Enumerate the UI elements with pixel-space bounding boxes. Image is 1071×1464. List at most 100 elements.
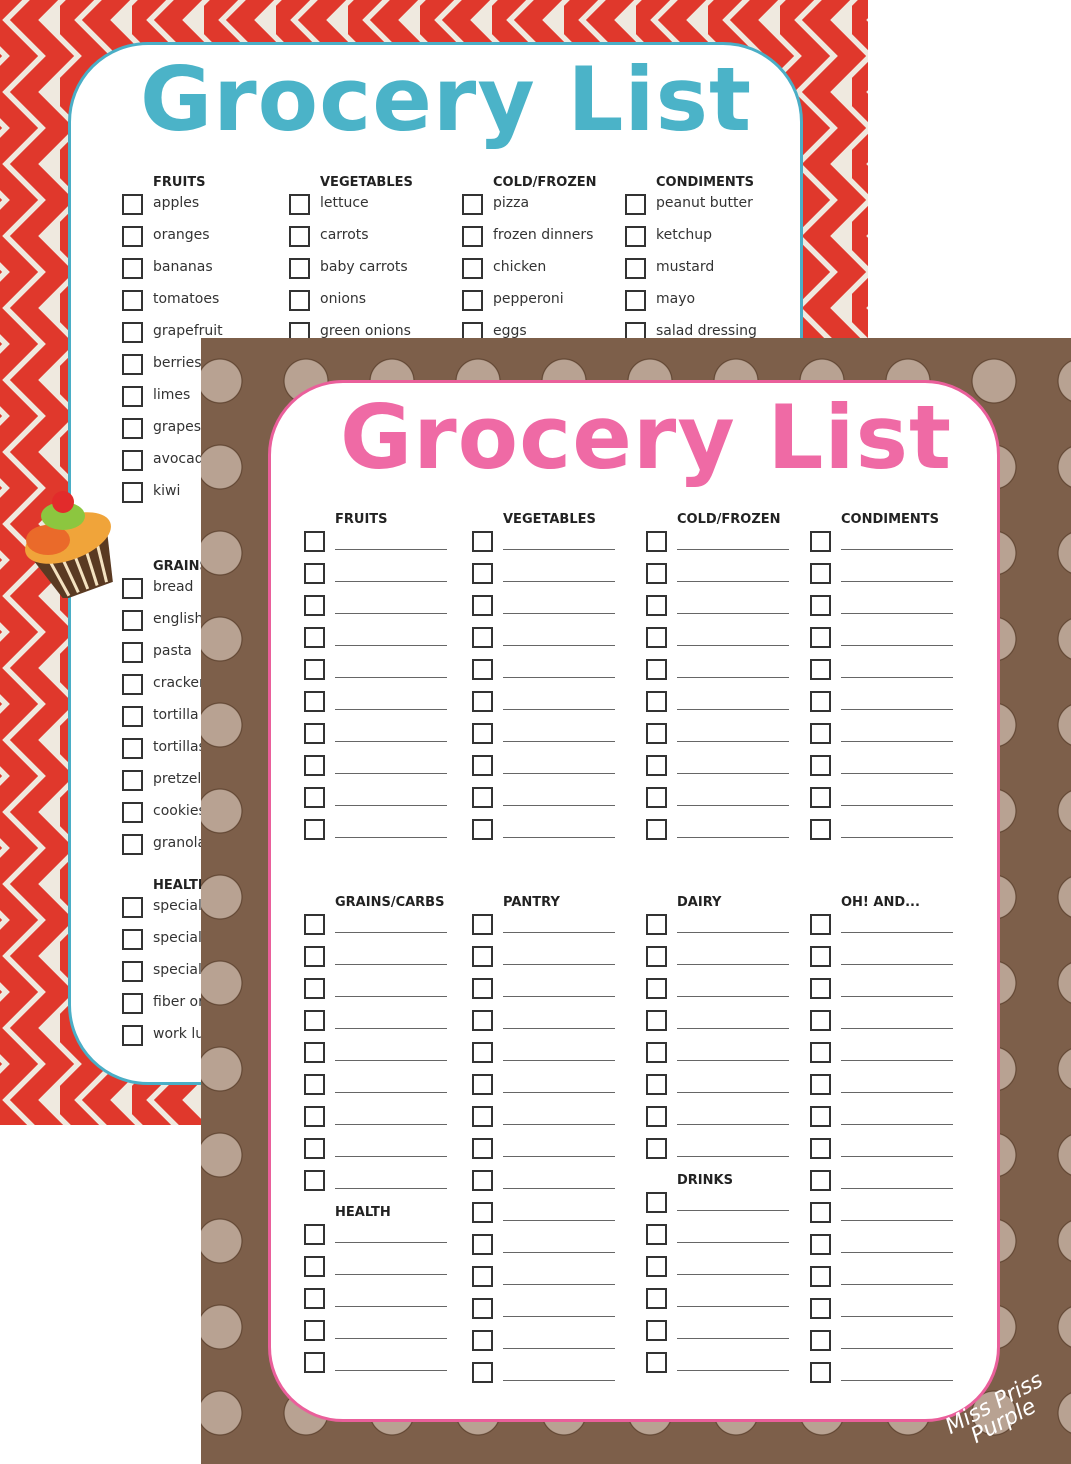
checkbox[interactable] xyxy=(625,226,646,247)
blank-line[interactable] xyxy=(335,1124,447,1125)
checkbox[interactable] xyxy=(472,946,493,967)
checkbox[interactable] xyxy=(810,1074,831,1095)
checkbox[interactable] xyxy=(810,595,831,616)
checkbox[interactable] xyxy=(122,993,143,1014)
blank-line[interactable] xyxy=(677,677,789,678)
checkbox[interactable] xyxy=(304,531,325,552)
checkbox[interactable] xyxy=(122,290,143,311)
checkbox[interactable] xyxy=(289,194,310,215)
checkbox[interactable] xyxy=(122,258,143,279)
blank-line[interactable] xyxy=(335,741,447,742)
checkbox[interactable] xyxy=(462,290,483,311)
checkbox[interactable] xyxy=(122,642,143,663)
blank-line[interactable] xyxy=(335,932,447,933)
blank-line[interactable] xyxy=(677,805,789,806)
blank-line[interactable] xyxy=(841,1092,953,1093)
blank-line[interactable] xyxy=(503,1380,615,1381)
checkbox[interactable] xyxy=(304,1352,325,1373)
blank-line[interactable] xyxy=(841,741,953,742)
blank-line[interactable] xyxy=(677,964,789,965)
checkbox[interactable] xyxy=(304,755,325,776)
checkbox[interactable] xyxy=(122,386,143,407)
blank-line[interactable] xyxy=(841,964,953,965)
checkbox[interactable] xyxy=(472,1042,493,1063)
blank-line[interactable] xyxy=(335,964,447,965)
blank-line[interactable] xyxy=(335,1306,447,1307)
blank-line[interactable] xyxy=(677,613,789,614)
checkbox[interactable] xyxy=(646,1288,667,1309)
checkbox[interactable] xyxy=(646,1256,667,1277)
checkbox[interactable] xyxy=(472,1362,493,1383)
checkbox[interactable] xyxy=(810,659,831,680)
checkbox[interactable] xyxy=(646,819,667,840)
checkbox[interactable] xyxy=(646,1192,667,1213)
blank-line[interactable] xyxy=(677,1242,789,1243)
checkbox[interactable] xyxy=(646,787,667,808)
checkbox[interactable] xyxy=(304,978,325,999)
checkbox[interactable] xyxy=(646,1042,667,1063)
checkbox[interactable] xyxy=(122,961,143,982)
checkbox[interactable] xyxy=(810,914,831,935)
checkbox[interactable] xyxy=(810,563,831,584)
checkbox[interactable] xyxy=(810,1170,831,1191)
checkbox[interactable] xyxy=(472,627,493,648)
blank-line[interactable] xyxy=(841,1220,953,1221)
blank-line[interactable] xyxy=(503,1060,615,1061)
blank-line[interactable] xyxy=(503,932,615,933)
blank-line[interactable] xyxy=(677,1306,789,1307)
checkbox[interactable] xyxy=(810,531,831,552)
blank-line[interactable] xyxy=(503,837,615,838)
blank-line[interactable] xyxy=(503,1156,615,1157)
checkbox[interactable] xyxy=(304,1106,325,1127)
checkbox[interactable] xyxy=(304,1042,325,1063)
checkbox[interactable] xyxy=(810,946,831,967)
checkbox[interactable] xyxy=(122,929,143,950)
blank-line[interactable] xyxy=(841,1348,953,1349)
blank-line[interactable] xyxy=(503,1252,615,1253)
checkbox[interactable] xyxy=(289,290,310,311)
checkbox[interactable] xyxy=(472,1010,493,1031)
blank-line[interactable] xyxy=(841,677,953,678)
checkbox[interactable] xyxy=(810,1266,831,1287)
checkbox[interactable] xyxy=(304,1224,325,1245)
checkbox[interactable] xyxy=(472,659,493,680)
checkbox[interactable] xyxy=(122,738,143,759)
blank-line[interactable] xyxy=(503,709,615,710)
blank-line[interactable] xyxy=(335,1156,447,1157)
checkbox[interactable] xyxy=(472,1202,493,1223)
blank-line[interactable] xyxy=(503,1028,615,1029)
checkbox[interactable] xyxy=(304,946,325,967)
checkbox[interactable] xyxy=(472,1298,493,1319)
checkbox[interactable] xyxy=(122,354,143,375)
checkbox[interactable] xyxy=(472,755,493,776)
blank-line[interactable] xyxy=(503,1092,615,1093)
checkbox[interactable] xyxy=(472,1266,493,1287)
checkbox[interactable] xyxy=(472,1330,493,1351)
blank-line[interactable] xyxy=(677,1028,789,1029)
blank-line[interactable] xyxy=(677,709,789,710)
checkbox[interactable] xyxy=(472,978,493,999)
blank-line[interactable] xyxy=(503,1220,615,1221)
checkbox[interactable] xyxy=(304,1256,325,1277)
blank-line[interactable] xyxy=(335,549,447,550)
checkbox[interactable] xyxy=(810,1330,831,1351)
blank-line[interactable] xyxy=(841,805,953,806)
blank-line[interactable] xyxy=(335,1370,447,1371)
blank-line[interactable] xyxy=(335,645,447,646)
checkbox[interactable] xyxy=(304,914,325,935)
checkbox[interactable] xyxy=(810,627,831,648)
blank-line[interactable] xyxy=(335,1188,447,1189)
blank-line[interactable] xyxy=(841,1156,953,1157)
blank-line[interactable] xyxy=(503,964,615,965)
checkbox[interactable] xyxy=(289,258,310,279)
checkbox[interactable] xyxy=(122,450,143,471)
blank-line[interactable] xyxy=(841,996,953,997)
blank-line[interactable] xyxy=(503,773,615,774)
blank-line[interactable] xyxy=(503,645,615,646)
checkbox[interactable] xyxy=(810,978,831,999)
checkbox[interactable] xyxy=(122,226,143,247)
blank-line[interactable] xyxy=(841,1380,953,1381)
checkbox[interactable] xyxy=(122,674,143,695)
blank-line[interactable] xyxy=(335,837,447,838)
blank-line[interactable] xyxy=(841,709,953,710)
